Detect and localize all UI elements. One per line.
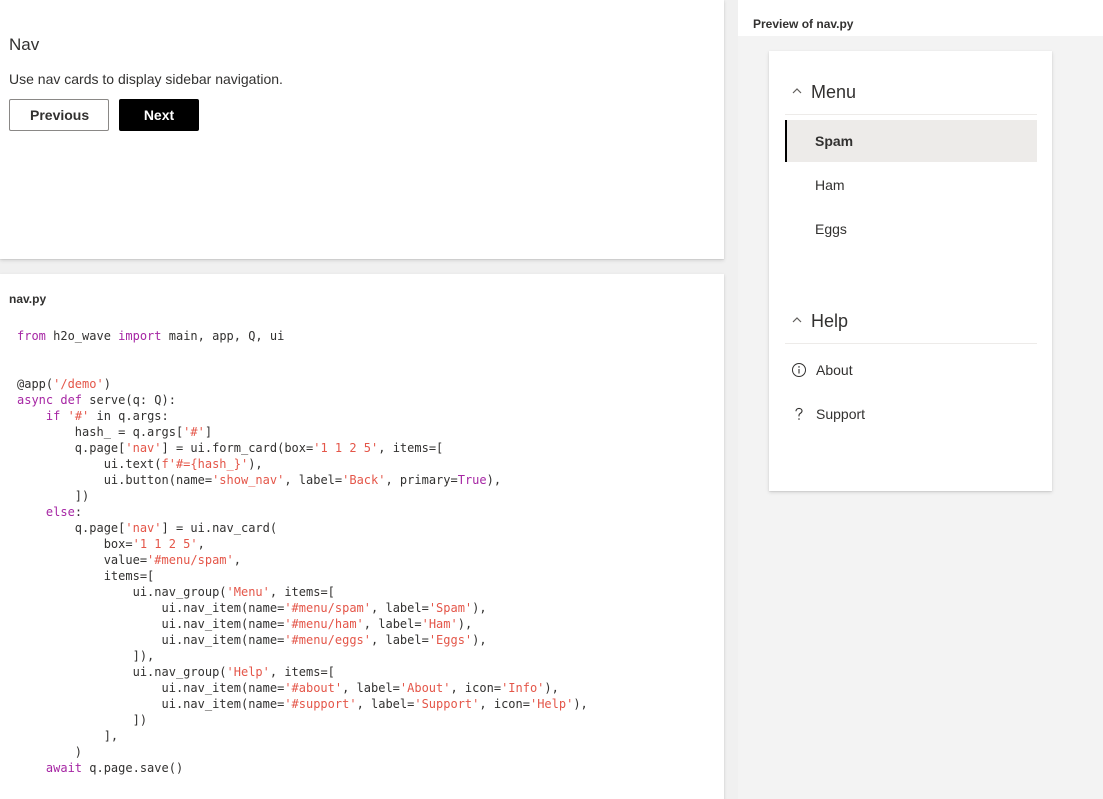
next-button[interactable]: Next <box>119 99 199 131</box>
nav-item-label: Ham <box>815 177 845 193</box>
help-icon <box>791 406 807 422</box>
app-root: Nav Use nav cards to display sidebar nav… <box>0 0 1103 799</box>
preview-header: Preview of nav.py <box>738 0 1103 36</box>
nav-items-menu: Spam Ham Eggs <box>785 115 1037 250</box>
nav-group-menu: Menu Spam Ham Eggs <box>785 71 1037 250</box>
preview-pane: Preview of nav.py Menu Spam Ham Eggs Hel… <box>738 0 1103 799</box>
previous-button[interactable]: Previous <box>9 99 109 131</box>
nav-item-spam[interactable]: Spam <box>785 120 1037 162</box>
button-row: Previous Next <box>9 99 715 131</box>
nav-item-eggs[interactable]: Eggs <box>785 208 1037 250</box>
nav-item-ham[interactable]: Ham <box>785 164 1037 206</box>
nav-item-label: Spam <box>815 133 854 149</box>
nav-item-about[interactable]: About <box>785 349 1037 391</box>
chevron-up-icon <box>791 85 807 100</box>
nav-group-label: Help <box>811 311 849 331</box>
code-filename: nav.py <box>9 292 47 306</box>
page-description: Use nav cards to display sidebar navigat… <box>9 71 283 87</box>
code-card: nav.py from h2o_wave import main, app, Q… <box>0 274 724 799</box>
nav-item-support[interactable]: Support <box>785 393 1037 435</box>
nav-item-label: Eggs <box>815 221 847 237</box>
page-title: Nav <box>9 35 40 54</box>
intro-card: Nav Use nav cards to display sidebar nav… <box>0 0 724 259</box>
nav-group-help: Help About Support <box>785 300 1037 435</box>
nav-group-header-menu[interactable]: Menu <box>785 71 1037 115</box>
nav-item-label: About <box>816 362 853 378</box>
code-block: from h2o_wave import main, app, Q, ui @a… <box>17 329 588 775</box>
preview-label: Preview of nav.py <box>753 17 854 31</box>
chevron-up-icon <box>791 314 807 329</box>
nav-group-header-help[interactable]: Help <box>785 300 1037 344</box>
nav-group-label: Menu <box>811 82 857 102</box>
nav-items-help: About Support <box>785 344 1037 435</box>
info-icon <box>791 362 807 378</box>
nav-card: Menu Spam Ham Eggs Help About Support <box>769 51 1052 491</box>
nav-item-label: Support <box>816 406 866 422</box>
